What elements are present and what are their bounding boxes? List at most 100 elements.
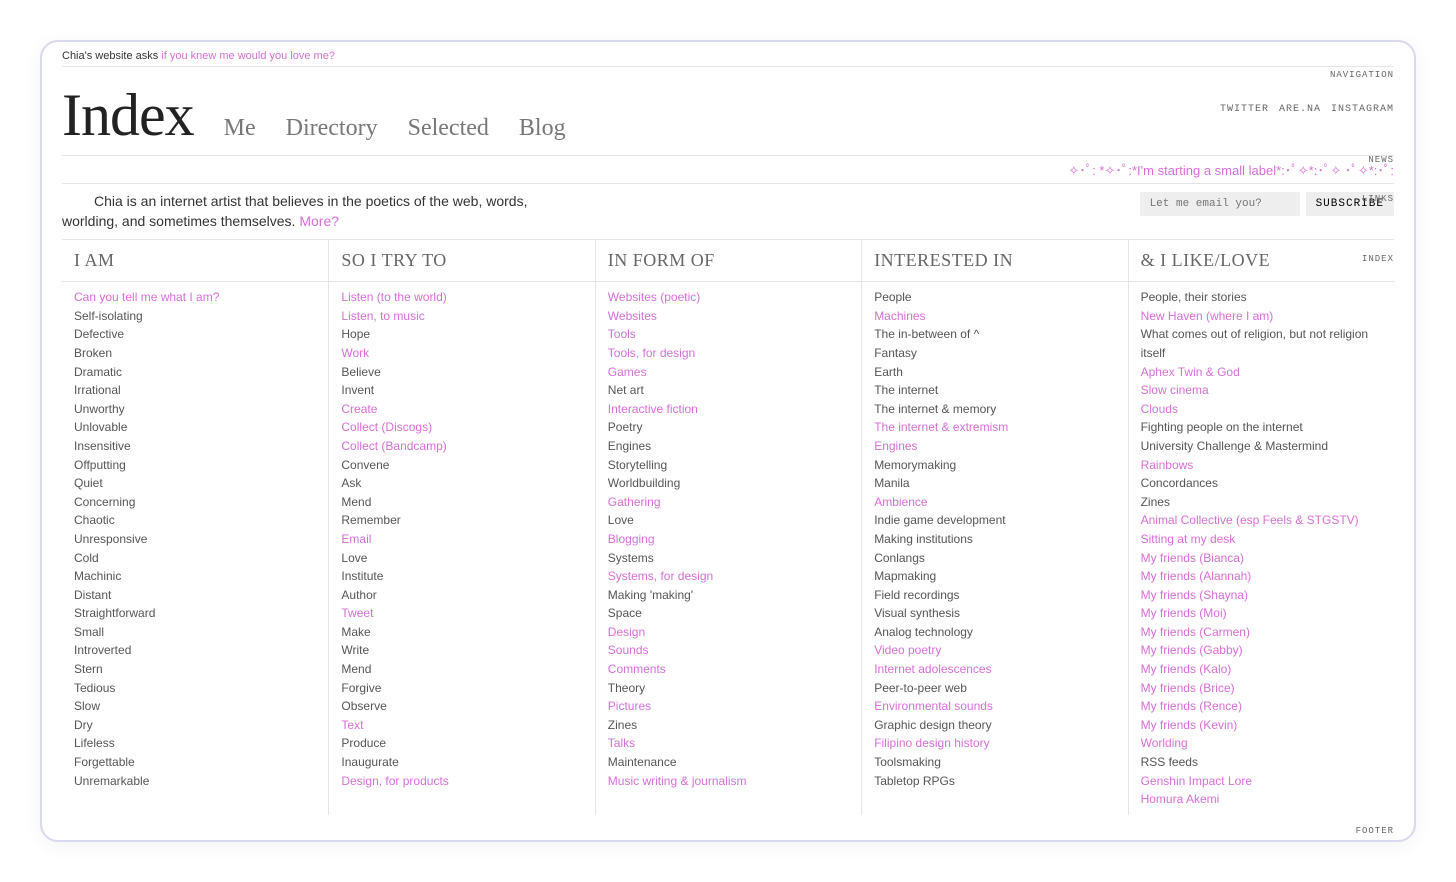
- index-item[interactable]: Music writing & journalism: [608, 772, 849, 791]
- index-item[interactable]: Design, for products: [341, 772, 582, 791]
- nav-selected[interactable]: Selected: [408, 115, 489, 142]
- index-item[interactable]: Rainbows: [1141, 456, 1382, 475]
- index-item: RSS feeds: [1141, 753, 1382, 772]
- section-label-links: LINKS: [1362, 194, 1394, 204]
- index-item: The in-between of ^: [874, 325, 1115, 344]
- column-3: INTERESTED INPeopleMachinesThe in-betwee…: [861, 240, 1127, 815]
- social-arena[interactable]: ARE.NA: [1279, 104, 1321, 115]
- index-item[interactable]: My friends (Gabby): [1141, 641, 1382, 660]
- index-item[interactable]: Genshin Impact Lore: [1141, 772, 1382, 791]
- index-item[interactable]: Create: [341, 400, 582, 419]
- intro-more-link[interactable]: More?: [299, 213, 339, 229]
- index-item[interactable]: Sitting at my desk: [1141, 530, 1382, 549]
- index-item[interactable]: My friends (Brice): [1141, 679, 1382, 698]
- index-item[interactable]: The internet & extremism: [874, 418, 1115, 437]
- index-item[interactable]: Listen (to the world): [341, 288, 582, 307]
- index-item: Toolsmaking: [874, 753, 1115, 772]
- index-item: Indie game development: [874, 511, 1115, 530]
- index-item[interactable]: My friends (Kalo): [1141, 660, 1382, 679]
- index-item[interactable]: Tweet: [341, 604, 582, 623]
- column-body: Websites (poetic)WebsitesToolsTools, for…: [596, 282, 861, 796]
- index-item[interactable]: Talks: [608, 734, 849, 753]
- column-body: PeopleMachinesThe in-between of ^Fantasy…: [862, 282, 1127, 796]
- index-item: Hope: [341, 325, 582, 344]
- index-item[interactable]: Worlding: [1141, 734, 1382, 753]
- intro-row: Chia is an internet artist that believes…: [62, 184, 1394, 239]
- index-item[interactable]: Machines: [874, 307, 1115, 326]
- index-item: Concordances: [1141, 474, 1382, 493]
- index-item: Love: [608, 511, 849, 530]
- column-body: People, their storiesNew Haven (where I …: [1129, 282, 1394, 815]
- index-item: Offputting: [74, 456, 316, 475]
- index-item[interactable]: Games: [608, 363, 849, 382]
- index-item[interactable]: My friends (Rence): [1141, 697, 1382, 716]
- index-item[interactable]: My friends (Kevin): [1141, 716, 1382, 735]
- index-item: Forgettable: [74, 753, 316, 772]
- index-item[interactable]: My friends (Alannah): [1141, 567, 1382, 586]
- index-item[interactable]: Filipino design history: [874, 734, 1115, 753]
- index-item[interactable]: My friends (Carmen): [1141, 623, 1382, 642]
- index-item[interactable]: Slow cinema: [1141, 381, 1382, 400]
- column-head: I AM: [62, 240, 328, 282]
- index-item: Lifeless: [74, 734, 316, 753]
- index-item[interactable]: Blogging: [608, 530, 849, 549]
- social-twitter[interactable]: TWITTER: [1220, 104, 1269, 115]
- index-item[interactable]: Comments: [608, 660, 849, 679]
- index-item: Invent: [341, 381, 582, 400]
- index-item[interactable]: Aphex Twin & God: [1141, 363, 1382, 382]
- index-item[interactable]: Listen, to music: [341, 307, 582, 326]
- index-item: Unlovable: [74, 418, 316, 437]
- column-0: I AMCan you tell me what I am?Self-isola…: [62, 240, 328, 815]
- index-item[interactable]: Engines: [874, 437, 1115, 456]
- index-item[interactable]: Websites: [608, 307, 849, 326]
- index-item: Defective: [74, 325, 316, 344]
- index-item[interactable]: Environmental sounds: [874, 697, 1115, 716]
- index-item[interactable]: Video poetry: [874, 641, 1115, 660]
- index-item[interactable]: Internet adolescences: [874, 660, 1115, 679]
- index-item: Broken: [74, 344, 316, 363]
- index-item: Inaugurate: [341, 753, 582, 772]
- logo[interactable]: Index: [62, 85, 194, 145]
- section-label-index: INDEX: [1362, 254, 1394, 264]
- index-item[interactable]: Tools, for design: [608, 344, 849, 363]
- tagline: Chia's website asks if you knew me would…: [62, 42, 1394, 66]
- index-item: Peer-to-peer web: [874, 679, 1115, 698]
- index-item[interactable]: Work: [341, 344, 582, 363]
- index-item[interactable]: Tools: [608, 325, 849, 344]
- index-item: Tabletop RPGs: [874, 772, 1115, 791]
- index-item: Stern: [74, 660, 316, 679]
- index-item[interactable]: Text: [341, 716, 582, 735]
- index-item[interactable]: My friends (Shayna): [1141, 586, 1382, 605]
- index-item[interactable]: Pictures: [608, 697, 849, 716]
- social-instagram[interactable]: INSTAGRAM: [1331, 104, 1394, 115]
- index-item[interactable]: Email: [341, 530, 582, 549]
- nav-me[interactable]: Me: [224, 115, 256, 142]
- index-item: Produce: [341, 734, 582, 753]
- index-item[interactable]: Animal Collective (esp Feels & STGSTV): [1141, 511, 1382, 530]
- column-head: SO I TRY TO: [329, 240, 594, 282]
- index-item[interactable]: My friends (Moi): [1141, 604, 1382, 623]
- index-item[interactable]: Collect (Bandcamp): [341, 437, 582, 456]
- index-item[interactable]: Sounds: [608, 641, 849, 660]
- index-item[interactable]: Clouds: [1141, 400, 1382, 419]
- index-item[interactable]: Design: [608, 623, 849, 642]
- index-item[interactable]: Homura Akemi: [1141, 790, 1382, 809]
- index-item: Believe: [341, 363, 582, 382]
- index-item[interactable]: New Haven (where I am): [1141, 307, 1382, 326]
- index-item[interactable]: Gathering: [608, 493, 849, 512]
- index-item: Making institutions: [874, 530, 1115, 549]
- tagline-question[interactable]: if you knew me would you love me?: [161, 50, 335, 62]
- subscribe-input[interactable]: [1140, 192, 1300, 216]
- nav-directory[interactable]: Directory: [286, 115, 378, 142]
- news-marquee[interactable]: ✧･ﾟ: *✧･ﾟ:*I'm starting a small label*:･…: [62, 156, 1394, 183]
- index-item[interactable]: Collect (Discogs): [341, 418, 582, 437]
- index-item[interactable]: Can you tell me what I am?: [74, 288, 316, 307]
- index-item: Earth: [874, 363, 1115, 382]
- index-item[interactable]: My friends (Bianca): [1141, 549, 1382, 568]
- index-item: Dry: [74, 716, 316, 735]
- nav-blog[interactable]: Blog: [519, 115, 566, 142]
- index-item[interactable]: Websites (poetic): [608, 288, 849, 307]
- index-item[interactable]: Systems, for design: [608, 567, 849, 586]
- index-item[interactable]: Interactive fiction: [608, 400, 849, 419]
- index-item[interactable]: Ambience: [874, 493, 1115, 512]
